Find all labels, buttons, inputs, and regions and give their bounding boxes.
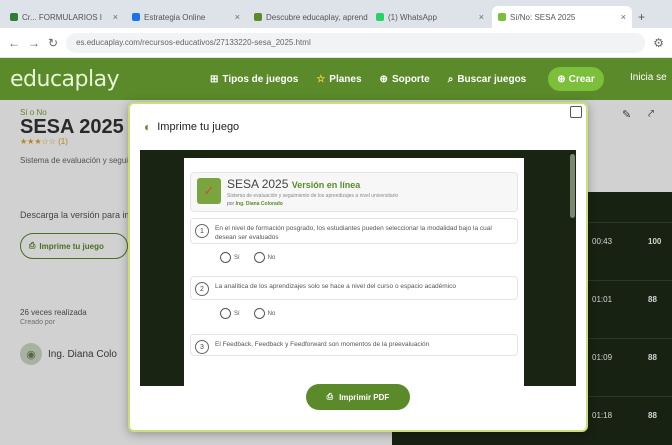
- question-item: 3 El Feedback, Feedback y Feedforward son…: [190, 334, 518, 356]
- favicon-icon: [498, 13, 506, 21]
- menu-label: Buscar juegos: [457, 73, 527, 85]
- tab-label: Estrategia Online: [144, 12, 206, 22]
- answer-option-label: No: [267, 254, 276, 261]
- preview-scrollbar[interactable]: [570, 154, 575, 218]
- educaplay-logo[interactable]: educaplay: [10, 67, 120, 92]
- radio-circle-icon: [253, 252, 265, 263]
- sheet-version: Versión en línea: [291, 180, 361, 190]
- modal-header: ◐ Imprime tu juego: [144, 120, 239, 134]
- reload-icon[interactable]: ↻: [48, 36, 58, 50]
- question-number: 2: [195, 282, 209, 296]
- browser-tab[interactable]: Estrategia Online ×: [126, 6, 246, 28]
- browser-tab[interactable]: Cr... FORMULARIOS I ×: [4, 6, 124, 28]
- browser-tab-strip: Cr... FORMULARIOS I × Estrategia Online × De…: [0, 0, 672, 28]
- close-tab-icon[interactable]: ×: [113, 12, 118, 22]
- question-text: La analítica de los aprendizajes solo se…: [215, 283, 457, 290]
- question-item: 1 En el nivel de formación posgrado, los …: [190, 218, 518, 244]
- menu-label: Soporte: [391, 73, 430, 85]
- radio-circle-icon: [253, 308, 265, 319]
- grid-icon: ⊞: [210, 73, 219, 85]
- settings-icon[interactable]: ⚙: [653, 36, 664, 50]
- browser-toolbar: ← → ↻ es.educaplay.com/recursos-educativ…: [0, 28, 672, 58]
- radio-circle-icon: [220, 252, 231, 263]
- favicon-icon: [10, 13, 18, 21]
- new-tab-button[interactable]: +: [638, 10, 645, 24]
- printer-icon: ⎙: [326, 392, 334, 401]
- help-icon: ⊕: [379, 73, 388, 85]
- url-text: es.educaplay.com/recursos-educativos/271…: [76, 38, 311, 47]
- print-pdf-label: Imprimir PDF: [339, 392, 390, 402]
- login-link[interactable]: Inicia se: [630, 72, 667, 83]
- back-icon[interactable]: ←: [8, 36, 20, 50]
- question-text: En el nivel de formación posgrado, los e…: [215, 225, 492, 241]
- yes-no-icon: ✓: [197, 178, 221, 204]
- sheet-author-prefix: por: [227, 201, 235, 207]
- tab-label: Cr... FORMULARIOS I: [22, 12, 103, 22]
- answer-option-label: No: [267, 310, 276, 317]
- menu-soporte[interactable]: ⊕ Soporte: [380, 74, 430, 85]
- answer-options: Sí No: [220, 252, 275, 263]
- favicon-icon: [376, 13, 384, 21]
- sheet-author: por Ing. Diana Colorado: [227, 201, 283, 207]
- close-tab-icon[interactable]: ×: [479, 12, 484, 22]
- radio-circle-icon: [220, 308, 231, 319]
- screen: Cr... FORMULARIOS I × Estrategia Online × De…: [0, 0, 672, 445]
- close-tab-icon[interactable]: ×: [621, 12, 626, 22]
- sheet-title: SESA 2025 Versión en línea: [227, 177, 360, 191]
- close-icon[interactable]: [570, 106, 582, 118]
- menu-label: Planes: [329, 73, 362, 85]
- answer-option: Sí: [220, 308, 240, 319]
- answer-option-label: Sí: [234, 310, 240, 317]
- printable-sheet: ✓ SESA 2025 Versión en línea Sistema de …: [184, 158, 524, 386]
- educaplay-icon: ◐: [144, 120, 152, 134]
- question-number: 3: [195, 340, 209, 354]
- favicon-icon: [254, 13, 262, 21]
- answer-option: Sí: [220, 252, 240, 263]
- search-icon: ⌕: [447, 73, 454, 85]
- sheet-author-name: Ing. Diana Colorado: [235, 201, 283, 207]
- question-item: 2 La analítica de los aprendizajes solo s…: [190, 276, 518, 300]
- browser-tab[interactable]: (1) WhatsApp ×: [370, 6, 490, 28]
- answer-option: No: [253, 308, 276, 319]
- pdf-preview[interactable]: ✓ SESA 2025 Versión en línea Sistema de …: [140, 150, 576, 386]
- menu-tipos-de-juegos[interactable]: ⊞ Tipos de juegos: [210, 74, 298, 85]
- menu-planes[interactable]: ☆ Planes: [316, 74, 361, 85]
- answer-option: No: [253, 252, 276, 263]
- tab-label: Sí/No: SESA 2025: [510, 12, 576, 22]
- print-pdf-button[interactable]: ⎙ Imprimir PDF: [306, 384, 410, 410]
- tab-label: (1) WhatsApp: [388, 12, 437, 22]
- sheet-title-text: SESA 2025: [227, 177, 289, 191]
- modal-title: Imprime tu juego: [157, 121, 240, 133]
- crear-label: Crear: [568, 73, 595, 85]
- menu-buscar-juegos[interactable]: ⌕ Buscar juegos: [448, 74, 527, 85]
- menu-label: Tipos de juegos: [222, 73, 299, 85]
- tab-list: Cr... FORMULARIOS I × Estrategia Online × De…: [4, 6, 634, 28]
- sheet-subtitle: Sistema de evaluación y seguimiento de l…: [227, 193, 399, 199]
- tab-label: Descubre educaplay, aprende: [266, 12, 368, 22]
- answer-options: Sí No: [220, 308, 275, 319]
- address-bar[interactable]: es.educaplay.com/recursos-educativos/271…: [66, 32, 646, 53]
- question-number: 1: [195, 224, 209, 238]
- main-menu: ⊞ Tipos de juegos ☆ Planes ⊕ Soporte ⌕ Busca…: [210, 58, 526, 100]
- close-tab-icon[interactable]: ×: [235, 12, 240, 22]
- favicon-icon: [132, 13, 140, 21]
- browser-tab[interactable]: Descubre educaplay, aprende×: [248, 6, 368, 28]
- star-icon: ☆: [316, 73, 326, 85]
- crear-button[interactable]: ⊕ Crear: [548, 67, 604, 91]
- answer-option-label: Sí: [234, 254, 240, 261]
- sheet-header: ✓ SESA 2025 Versión en línea Sistema de …: [190, 172, 518, 212]
- question-text: El Feedback, Feedback y Feedforward son …: [215, 341, 430, 348]
- browser-tab[interactable]: Sí/No: SESA 2025 ×: [492, 6, 632, 28]
- site-header: educaplay ⊞ Tipos de juegos ☆ Planes ⊕ Sopo…: [0, 58, 672, 100]
- forward-icon[interactable]: →: [28, 36, 40, 50]
- print-modal: ◐ Imprime tu juego ✓ SESA 2025 Versión e…: [128, 102, 588, 432]
- plus-icon: ⊕: [557, 73, 566, 85]
